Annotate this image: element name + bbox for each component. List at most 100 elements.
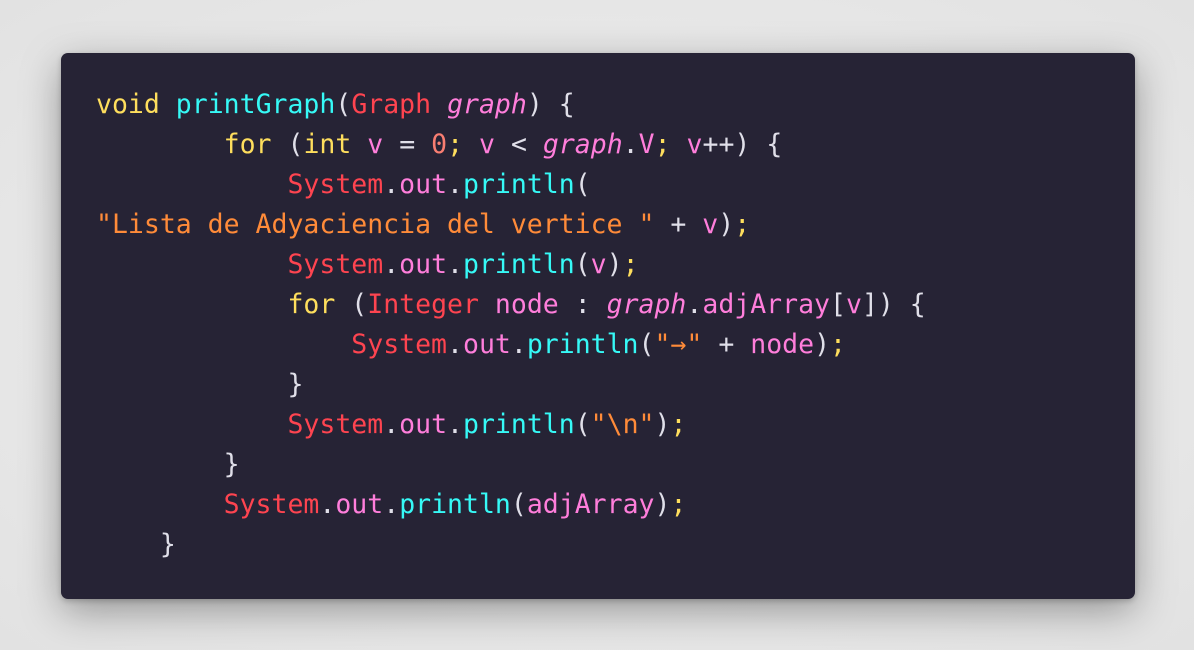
code-line: System.out.println(v); <box>96 245 1135 285</box>
code-token-punc: ( <box>574 249 591 280</box>
code-token-punc: ( <box>574 169 591 200</box>
code-token-fn: println <box>463 409 575 440</box>
code-token-punc: } <box>287 369 304 400</box>
code-token-punc: . <box>383 409 400 440</box>
code-line: System.out.println("→" + node); <box>96 325 1135 365</box>
code-token-punc: . <box>447 409 463 440</box>
code-token-fn: println <box>526 329 639 360</box>
code-token-type: System <box>223 489 320 520</box>
code-token-semi: ; <box>734 209 751 240</box>
code-token-punc: } <box>223 449 240 480</box>
code-token-semi: ; <box>447 129 464 160</box>
code-token-field: adjArray <box>702 289 830 320</box>
code-token-punc: ]) { <box>861 289 926 320</box>
code-token-field: adjArray <box>526 489 655 520</box>
code-line: "Lista de Adyaciencia del vertice " + v)… <box>96 205 1135 245</box>
code-token-semi: ; <box>670 489 687 520</box>
code-token-type: System <box>287 169 384 200</box>
code-token-var: v <box>702 209 719 240</box>
code-token-punc: [ <box>830 289 846 320</box>
code-line: } <box>96 365 1135 405</box>
code-line: } <box>96 445 1135 485</box>
code-token-var: v <box>590 249 607 280</box>
code-token-str: "→" <box>654 329 703 360</box>
code-token-str: "\n" <box>590 409 655 440</box>
code-token-kw: int <box>303 129 352 160</box>
code-token-punc: . <box>383 489 400 520</box>
code-token-field: out <box>335 489 384 520</box>
code-token-var: node <box>494 289 559 320</box>
code-token-punc: + <box>654 209 703 240</box>
code-token-punc: ( <box>335 289 368 320</box>
code-token-semi: ; <box>654 129 671 160</box>
code-token-field: V <box>638 129 655 160</box>
code-line: for (int v = 0; v < graph.V; v++) { <box>96 125 1135 165</box>
code-token-punc: ( <box>638 329 655 360</box>
code-token-punc: ( <box>271 129 304 160</box>
code-token-var: v <box>367 129 384 160</box>
code-token-kw: for <box>287 289 336 320</box>
code-token-punc: ( <box>510 489 527 520</box>
code-token-punc: . <box>319 489 336 520</box>
code-token-fn: println <box>463 169 575 200</box>
code-token-var: v <box>479 129 495 160</box>
code-body: void printGraph(Graph graph) { for (int … <box>96 85 1135 565</box>
code-token-fn: println <box>463 249 575 280</box>
code-token-type: System <box>351 329 448 360</box>
code-line: for (Integer node : graph.adjArray[v]) { <box>96 285 1135 325</box>
code-token-punc: . <box>622 129 639 160</box>
code-token-fn: println <box>399 489 511 520</box>
code-token-punc: . <box>447 249 463 280</box>
code-token-punc: ( <box>335 89 352 120</box>
code-token-semi: ; <box>622 249 639 280</box>
code-token-punc: . <box>447 169 463 200</box>
code-token-num: 0 <box>431 129 448 160</box>
code-token-fn: printGraph <box>175 89 336 120</box>
code-token-field: out <box>462 329 511 360</box>
code-line: System.out.println( <box>96 165 1135 205</box>
code-token-punc: < <box>495 129 543 160</box>
code-line: System.out.println(adjArray); <box>96 485 1135 525</box>
code-token-punc: ) <box>606 249 623 280</box>
code-token-kw: void <box>96 89 160 120</box>
code-token-punc: . <box>510 329 527 360</box>
code-token-kw: for <box>223 129 272 160</box>
code-token-field: out <box>399 169 448 200</box>
code-line: System.out.println("\n"); <box>96 405 1135 445</box>
code-token-punc: ) <box>654 409 671 440</box>
code-token-var: v <box>845 289 862 320</box>
code-token-punc: ++ <box>702 129 735 160</box>
code-token-punc: ) { <box>526 89 575 120</box>
code-token-var: v <box>686 129 703 160</box>
code-token-punc: } <box>159 529 176 560</box>
code-token-punc: ) <box>718 209 735 240</box>
code-window: void printGraph(Graph graph) { for (int … <box>61 53 1135 599</box>
code-token-str: "Lista de Adyaciencia del vertice " <box>96 209 655 240</box>
code-line: } <box>96 525 1135 565</box>
code-token-punc: ( <box>574 409 591 440</box>
code-token-punc: ) <box>814 329 831 360</box>
code-token-punc: . <box>686 289 703 320</box>
code-line: void printGraph(Graph graph) { <box>96 85 1135 125</box>
code-token-punc: ) <box>654 489 671 520</box>
code-token-type: System <box>287 409 384 440</box>
code-token-param: graph <box>542 129 623 160</box>
code-token-field: out <box>399 249 448 280</box>
code-token-param: graph <box>447 89 527 120</box>
code-token-punc: : <box>558 289 607 320</box>
code-token-punc: . <box>447 329 463 360</box>
